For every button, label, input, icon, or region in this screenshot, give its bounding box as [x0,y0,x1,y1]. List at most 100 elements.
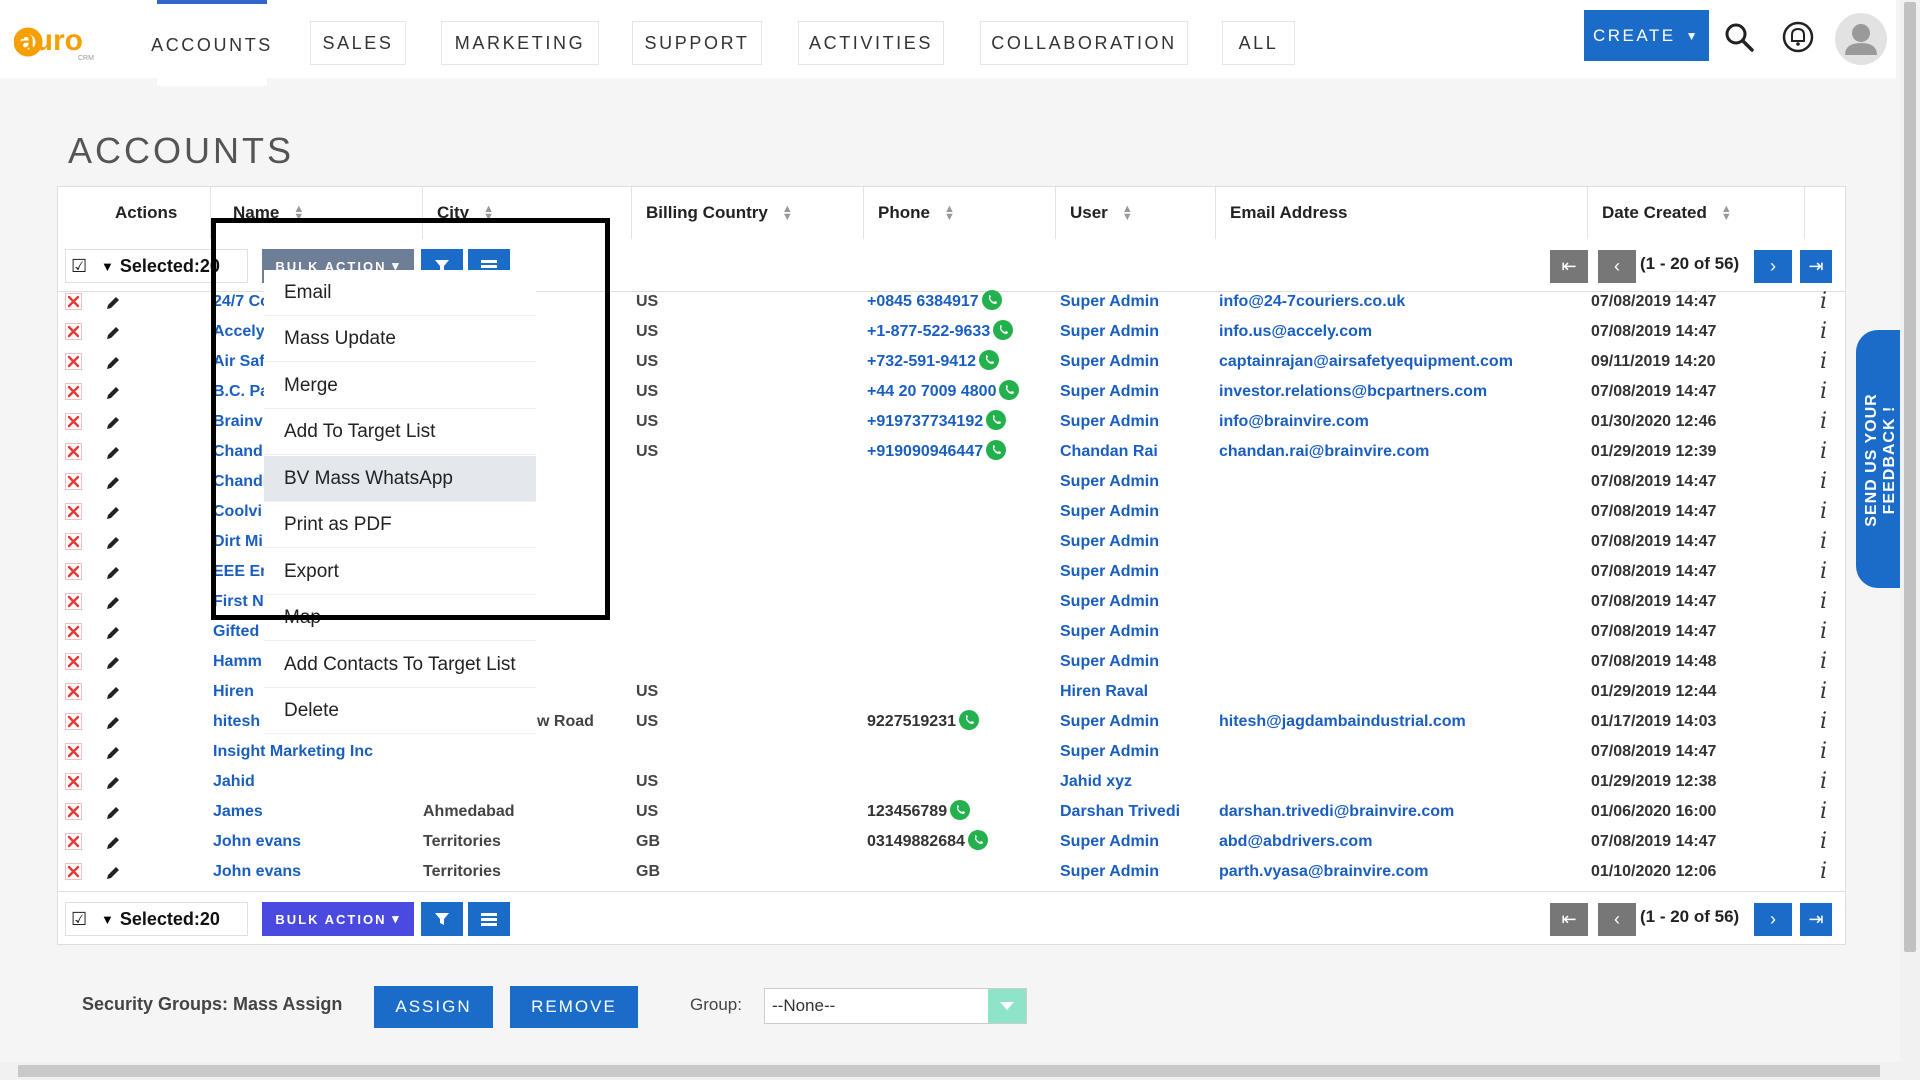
account-name-link[interactable]: Chandi [213,467,268,497]
account-name-link[interactable]: Insight Marketing Inc [213,737,413,767]
account-name-link[interactable]: John evans [213,857,413,887]
whatsapp-icon[interactable] [978,349,999,370]
email-link[interactable]: info@brainvire.com [1219,407,1579,437]
assigned-user-link[interactable]: Chandan Rai [1060,437,1210,467]
first-page-button[interactable]: ⇤ [1550,250,1588,283]
whatsapp-icon[interactable] [986,409,1007,430]
account-name-link[interactable]: Air Saf [213,347,268,377]
phone-number[interactable]: +919737734192 [867,413,983,430]
header-city[interactable]: City ▲ ▼ [423,187,632,239]
account-name-link[interactable]: B.C. Pa [213,377,268,407]
delete-icon[interactable] [65,353,82,370]
email-link[interactable]: chandan.rai@brainvire.com [1219,437,1579,467]
email-link[interactable] [1219,737,1579,767]
email-link[interactable]: captainrajan@airsafetyequipment.com [1219,347,1579,377]
prev-page-button[interactable]: ‹ [1598,903,1636,936]
whatsapp-icon[interactable] [999,379,1020,400]
delete-icon[interactable] [65,653,82,670]
delete-icon[interactable] [65,533,82,550]
assigned-user-link[interactable]: Jahid xyz [1060,767,1210,797]
create-button[interactable]: CREATE ▼ [1584,10,1709,61]
edit-pencil-icon[interactable] [103,353,123,373]
info-icon[interactable]: i [1820,647,1827,677]
edit-pencil-icon[interactable] [103,803,123,823]
sort-icon[interactable]: ▲ ▼ [1122,204,1133,223]
group-select[interactable]: --None-- [764,988,1027,1024]
email-link[interactable]: parth.vyasa@brainvire.com [1219,857,1579,887]
delete-icon[interactable] [65,863,82,880]
edit-pencil-icon[interactable] [103,503,123,523]
assigned-user-link[interactable]: Super Admin [1060,377,1210,407]
menu-item-delete[interactable]: Delete [264,688,536,734]
delete-icon[interactable] [65,563,82,580]
email-link[interactable] [1219,587,1579,617]
delete-icon[interactable] [65,383,82,400]
phone-number[interactable]: +1-877-522-9633 [867,323,990,340]
menu-item-map[interactable]: Map [264,595,536,641]
account-name-link[interactable]: 24/7 Co [213,287,268,317]
email-link[interactable]: info.us@accely.com [1219,317,1579,347]
info-icon[interactable]: i [1820,557,1827,587]
email-link[interactable] [1219,647,1579,677]
assigned-user-link[interactable]: Super Admin [1060,287,1210,317]
assigned-user-link[interactable]: Hiren Raval [1060,677,1210,707]
account-name-link[interactable]: Brainv [213,407,268,437]
delete-icon[interactable] [65,473,82,490]
assign-button[interactable]: ASSIGN [374,986,493,1028]
email-link[interactable]: abd@abdrivers.com [1219,827,1579,857]
sort-icon[interactable]: ▲ ▼ [782,204,793,223]
scroll-thumb[interactable] [18,1065,1880,1077]
email-link[interactable] [1219,497,1579,527]
email-link[interactable]: darshan.trivedi@brainvire.com [1219,797,1579,827]
delete-icon[interactable] [65,803,82,820]
whatsapp-icon[interactable] [958,709,979,730]
account-name-link[interactable]: James [213,797,413,827]
next-page-button[interactable]: › [1754,903,1792,936]
info-icon[interactable]: i [1820,497,1827,527]
menu-item-add-contacts-to-target-list[interactable]: Add Contacts To Target List [264,642,536,688]
tab-collaboration[interactable]: COLLABORATION [980,21,1188,65]
header-billing-country[interactable]: Billing Country ▲ ▼ [632,187,864,239]
assigned-user-link[interactable]: Darshan Trivedi [1060,797,1210,827]
notification-bell-icon[interactable] [1781,20,1815,54]
email-link[interactable] [1219,467,1579,497]
header-date-created[interactable]: Date Created ▲ ▼ [1588,187,1805,239]
menu-item-bv-mass-whatsapp[interactable]: BV Mass WhatsApp [264,456,536,502]
edit-pencil-icon[interactable] [103,653,123,673]
info-icon[interactable]: i [1820,347,1827,377]
delete-icon[interactable] [65,413,82,430]
column-chooser-button[interactable] [468,902,510,936]
sort-icon[interactable]: ▲ ▼ [944,204,955,223]
menu-item-mass-update[interactable]: Mass Update [264,316,536,362]
assigned-user-link[interactable]: Super Admin [1060,347,1210,377]
menu-item-email[interactable]: Email [264,270,536,316]
account-name-link[interactable]: Hamm [213,647,268,677]
account-name-link[interactable]: John evans [213,827,413,857]
edit-pencil-icon[interactable] [103,743,123,763]
tab-all[interactable]: ALL [1222,21,1295,65]
info-icon[interactable]: i [1820,527,1827,557]
account-name-link[interactable]: Chand [213,437,268,467]
account-name-link[interactable]: Dirt Mi [213,527,268,557]
info-icon[interactable]: i [1820,767,1827,797]
delete-icon[interactable] [65,593,82,610]
last-page-button[interactable]: ⇥ [1800,250,1832,283]
first-page-button[interactable]: ⇤ [1550,903,1588,936]
email-link[interactable]: info@24-7couriers.co.uk [1219,287,1579,317]
edit-pencil-icon[interactable] [103,863,123,883]
email-link[interactable] [1219,677,1579,707]
assigned-user-link[interactable]: Super Admin [1060,647,1210,677]
last-page-button[interactable]: ⇥ [1800,903,1832,936]
select-arrow[interactable] [988,989,1026,1023]
assigned-user-link[interactable]: Super Admin [1060,497,1210,527]
delete-icon[interactable] [65,773,82,790]
tab-activities[interactable]: ACTIVITIES [798,21,944,65]
assigned-user-link[interactable]: Super Admin [1060,617,1210,647]
delete-icon[interactable] [65,743,82,760]
menu-item-print-as-pdf[interactable]: Print as PDF [264,502,536,548]
assigned-user-link[interactable]: Super Admin [1060,587,1210,617]
edit-pencil-icon[interactable] [103,833,123,853]
info-icon[interactable]: i [1820,317,1827,347]
edit-pencil-icon[interactable] [103,773,123,793]
whatsapp-icon[interactable] [950,799,971,820]
